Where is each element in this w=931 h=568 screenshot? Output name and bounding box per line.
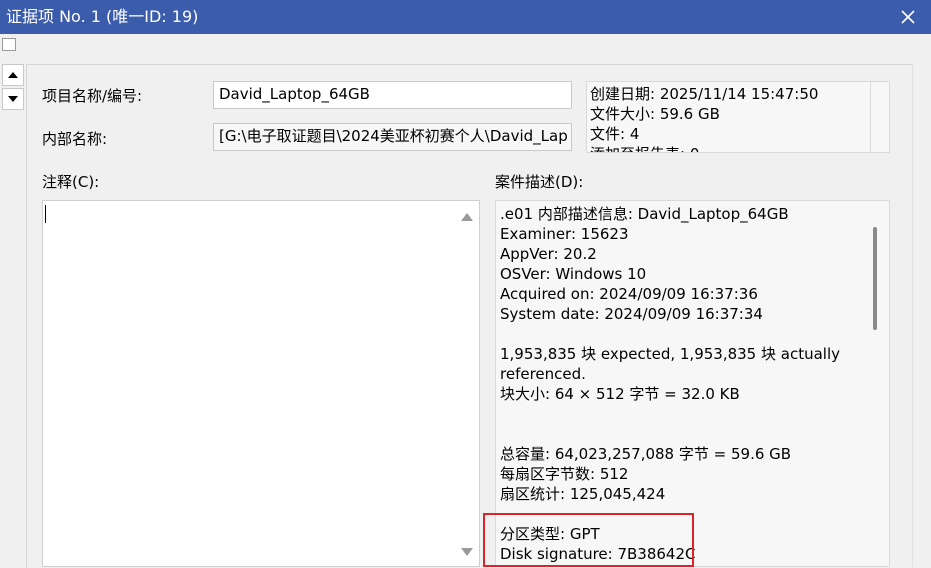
desc-line [500, 404, 840, 424]
notes-scrollbar[interactable] [455, 201, 479, 566]
scroll-down-icon[interactable] [461, 548, 473, 556]
scroll-up-icon[interactable] [461, 213, 473, 221]
info-box: 创建日期: 2025/11/14 15:47:50 文件大小: 59.6 GB … [586, 81, 890, 153]
desc-line: Disk signature: 7B38642C [500, 545, 696, 563]
desc-line: System date: 2024/09/09 16:37:34 [500, 305, 763, 323]
item-name-label: 项目名称/编号: [42, 87, 143, 105]
desc-line: Examiner: 15623 [500, 225, 629, 243]
desc-line: 扇区统计: 125,045,424 [500, 485, 666, 503]
desc-line: OSVer: Windows 10 [500, 265, 647, 283]
menu-checkbox[interactable] [2, 38, 16, 51]
window-title: 证据项 No. 1 (唯一ID: 19) [6, 7, 199, 26]
desc-line [500, 324, 840, 344]
record-navigator [2, 64, 24, 110]
desc-line: AppVer: 20.2 [500, 245, 597, 263]
desc-line [500, 424, 840, 444]
desc-line [500, 504, 840, 524]
close-button[interactable] [885, 0, 931, 34]
notes-textarea[interactable] [42, 200, 480, 567]
desc-line: 块大小: 64 × 512 字节 = 32.0 KB [500, 385, 740, 403]
next-item-button[interactable] [2, 88, 24, 110]
notes-label: 注释(C): [42, 173, 100, 191]
created-date: 创建日期: 2025/11/14 15:47:50 [590, 85, 819, 103]
desc-line: Acquired on: 2024/09/09 16:37:36 [500, 285, 758, 303]
file-count: 文件: 4 [590, 125, 640, 143]
title-bar: 证据项 No. 1 (唯一ID: 19) [0, 0, 931, 34]
description-textarea[interactable]: .e01 内部描述信息: David_Laptop_64GB Examiner:… [495, 200, 890, 567]
close-icon [901, 10, 915, 24]
outer-scrollbar[interactable] [912, 64, 931, 567]
item-name-field[interactable]: David_Laptop_64GB [213, 81, 572, 109]
file-size: 文件大小: 59.6 GB [590, 105, 720, 123]
arrow-down-icon [8, 96, 18, 102]
text-caret [45, 205, 46, 223]
desc-line: 分区类型: GPT [500, 525, 600, 543]
desc-line: 1,953,835 块 expected, 1,953,835 块 actual… [500, 345, 840, 363]
report-table-count: 添加至报告表: 0 [590, 144, 818, 152]
previous-item-button[interactable] [2, 64, 24, 86]
desc-line: 总容量: 64,023,257,088 字节 = 59.6 GB [500, 445, 792, 463]
description-label: 案件描述(D): [495, 173, 584, 191]
desc-line: 每扇区字节数: 512 [500, 465, 629, 483]
internal-name-field[interactable]: [G:\电子取证题目\2024美亚杯初赛个人\David_Lap [213, 123, 572, 151]
info-box-divider [870, 82, 871, 152]
menu-strip [0, 34, 931, 54]
desc-line: .e01 内部描述信息: David_Laptop_64GB [500, 205, 789, 223]
desc-line: referenced. [500, 365, 586, 383]
internal-name-label: 内部名称: [42, 130, 108, 148]
arrow-up-icon [8, 72, 18, 78]
description-scroll-thumb[interactable] [873, 227, 877, 330]
